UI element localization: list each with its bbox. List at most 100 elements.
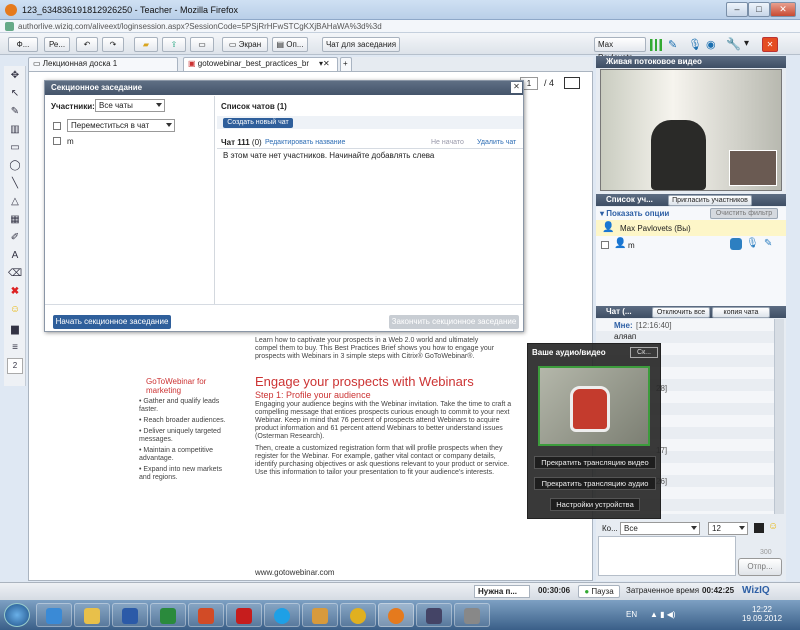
participants-filter-select[interactable]: Все чаты xyxy=(95,99,165,112)
rectangle-tool-icon[interactable]: ▭ xyxy=(7,140,23,156)
table-tool-icon[interactable]: ▦ xyxy=(7,212,23,228)
clear-tool-icon[interactable]: ✖ xyxy=(7,284,23,300)
video-panel-header[interactable]: Живая потоковое видео xyxy=(596,56,786,68)
font-size-value: 12 xyxy=(712,524,721,533)
taskbar-remote[interactable] xyxy=(416,603,452,627)
start-button[interactable] xyxy=(4,603,30,627)
close-window-button[interactable]: ✕ xyxy=(770,2,796,17)
divider xyxy=(217,148,523,149)
stop-audio-button[interactable]: Прекратить трансляцию аудио xyxy=(534,477,656,490)
pdf-icon: ▣ xyxy=(188,59,196,68)
font-size-value[interactable]: 2 xyxy=(7,358,23,374)
dropdown-icon[interactable]: ▾ xyxy=(744,38,749,49)
taskbar-skype[interactable] xyxy=(264,603,300,627)
mic-icon[interactable]: 🎙 xyxy=(746,238,759,249)
highlighter-tool-icon[interactable]: ▥ xyxy=(7,122,23,138)
exit-class-button[interactable]: ✕ xyxy=(762,37,778,52)
taskbar-firefox[interactable] xyxy=(378,603,414,627)
breakout-close-button[interactable]: ✕ xyxy=(511,82,522,93)
triangle-tool-icon[interactable]: △ xyxy=(7,194,23,210)
chat-input[interactable] xyxy=(598,536,736,576)
address-bar[interactable]: authorlive.wiziq.com/aliveext/loginsessi… xyxy=(0,20,800,33)
pen-icon[interactable]: ✎ xyxy=(764,238,772,249)
taskbar-ie[interactable] xyxy=(36,603,72,627)
text-color-picker[interactable] xyxy=(754,523,764,533)
pdf-intro-line-3: prospects with Webinars in 3 simple step… xyxy=(255,353,475,360)
tray-icons[interactable]: ▲ ▮ ◀) xyxy=(650,610,676,619)
fullscreen-icon[interactable] xyxy=(564,77,580,89)
color-tool-icon[interactable]: ▆ xyxy=(7,322,23,338)
text-tool-icon[interactable]: A xyxy=(7,248,23,264)
send-button[interactable]: Отпр... xyxy=(738,558,782,576)
undo-icon[interactable]: ↶ xyxy=(76,37,98,52)
clock[interactable]: 12:22 19.09.2012 xyxy=(742,605,782,623)
device-settings-button[interactable]: Настройки устройства xyxy=(550,498,640,511)
ellipse-tool-icon[interactable]: ◯ xyxy=(7,158,23,174)
stop-video-button[interactable]: Прекратить трансляцию видео xyxy=(534,456,656,469)
select-all-checkbox[interactable] xyxy=(53,122,61,130)
folder-icon[interactable]: ▰ xyxy=(134,37,158,52)
emoticon-icon[interactable]: ☺ xyxy=(768,521,778,532)
pointer-tool-icon[interactable]: ↖ xyxy=(7,86,23,102)
redo-icon[interactable]: ↷ xyxy=(102,37,124,52)
emoticon-tool-icon[interactable]: ☺ xyxy=(7,302,23,318)
disable-all-button[interactable]: Отключить все xyxy=(652,307,710,318)
taskbar-app[interactable] xyxy=(454,603,490,627)
re-menu-button[interactable]: Ре... xyxy=(44,37,70,52)
pdf-bullet-text: Maintain a competitive advantage. xyxy=(139,447,214,462)
meeting-chat-button[interactable]: Чат для заседания xyxy=(322,37,400,52)
taskbar-powerpoint[interactable] xyxy=(188,603,224,627)
edit-chat-name-link[interactable]: Редактировать название xyxy=(265,139,345,146)
pen-tool-icon[interactable]: ✎ xyxy=(7,104,23,120)
clear-filter-button[interactable]: Очистить фильтр xyxy=(710,208,778,219)
show-options-link[interactable]: ▾ Показать опции xyxy=(600,209,669,218)
taskbar-chrome[interactable] xyxy=(340,603,376,627)
chat-scrollbar[interactable] xyxy=(774,319,784,514)
font-size-select[interactable]: 12 xyxy=(708,522,748,535)
mic-icon[interactable]: 🎙 xyxy=(688,38,702,51)
maximize-button[interactable]: □ xyxy=(748,2,770,17)
eraser-tool-icon[interactable]: ⌫ xyxy=(7,266,23,282)
tab-menu-icon[interactable]: ▾✕ xyxy=(319,59,330,68)
pen-icon[interactable]: ✎ xyxy=(668,38,677,51)
delete-chat-link[interactable]: Удалить чат xyxy=(477,139,516,146)
file-menu-button[interactable]: Ф... xyxy=(8,37,38,52)
end-breakout-button[interactable]: Закончить секционное заседание xyxy=(389,315,519,329)
help-button[interactable]: Нужна п... xyxy=(474,585,530,598)
line-width-icon[interactable]: ≡ xyxy=(7,340,23,356)
screen-share-button[interactable]: ▭ Экран xyxy=(222,37,268,52)
taskbar-paint[interactable] xyxy=(302,603,338,627)
move-tool-icon[interactable]: ✥ xyxy=(7,68,23,84)
pause-button[interactable]: ● Пауза xyxy=(578,585,620,598)
settings-icon[interactable]: 🔧 xyxy=(726,37,741,51)
options-button[interactable]: ▤ Оп... xyxy=(272,37,308,52)
tab-document[interactable]: ▣ gotowebinar_best_practices_br xyxy=(183,57,338,71)
tab-lecture-board[interactable]: ▭ Лекционная доска 1 xyxy=(28,57,178,71)
upload-icon[interactable]: ⇪ xyxy=(162,37,186,52)
taskbar-acrobat[interactable] xyxy=(226,603,262,627)
chat-recipient-select[interactable]: Все xyxy=(620,522,700,535)
chat-status: Не начато xyxy=(431,139,464,146)
show-options-label: Показать опции xyxy=(606,209,670,218)
webcam-icon[interactable]: ◉ xyxy=(706,38,716,51)
av-hide-button[interactable]: Ск... xyxy=(630,347,658,358)
create-chat-button[interactable]: Создать новый чат xyxy=(223,118,293,128)
copy-chat-button[interactable]: копия чата xyxy=(712,307,770,318)
marker-tool-icon[interactable]: ✐ xyxy=(7,230,23,246)
move-to-chat-select[interactable]: Переместиться в чат xyxy=(67,119,175,132)
minimize-button[interactable]: – xyxy=(726,2,748,17)
start-breakout-button[interactable]: Начать секционное заседание xyxy=(53,315,171,329)
chevron-down-icon xyxy=(739,526,745,530)
taskbar-word[interactable] xyxy=(112,603,148,627)
taskbar-explorer[interactable] xyxy=(74,603,110,627)
participant-checkbox[interactable] xyxy=(601,241,609,249)
add-tab-button[interactable]: + xyxy=(340,57,352,71)
language-indicator[interactable]: EN xyxy=(626,610,637,619)
line-tool-icon[interactable]: ╲ xyxy=(7,176,23,192)
participant-checkbox[interactable] xyxy=(53,137,61,145)
taskbar-excel[interactable] xyxy=(150,603,186,627)
invite-participants-button[interactable]: Пригласить участников xyxy=(668,195,752,206)
webcam-icon[interactable] xyxy=(730,238,742,250)
slide-icon[interactable]: ▭ xyxy=(190,37,214,52)
presenter-silhouette xyxy=(651,120,706,190)
